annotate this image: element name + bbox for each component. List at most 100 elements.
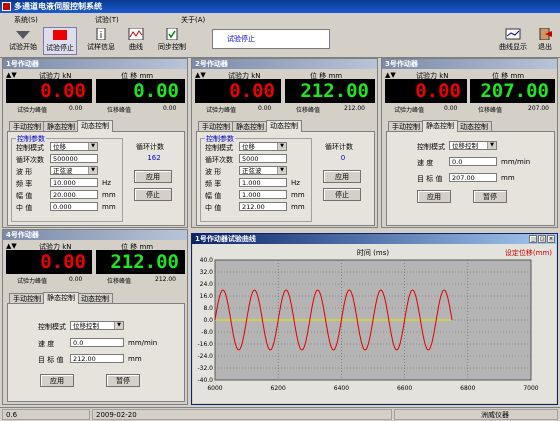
disp-peak-value: 212.00 xyxy=(344,105,365,112)
curve-window-title: 1号作动器试验曲线 xyxy=(192,234,557,244)
y-tick-label: -24.0 xyxy=(197,353,213,360)
stop-test-button[interactable]: 试验停止 xyxy=(43,27,77,55)
force-peak-label: 试验力峰值 xyxy=(394,107,425,114)
mean-input[interactable]: 0.000 xyxy=(50,202,98,211)
freq-input[interactable]: 1.000 xyxy=(239,178,287,187)
freq-unit: Hz xyxy=(102,179,111,187)
cycle-count-value: 162 xyxy=(147,154,161,162)
arrows-icon[interactable]: ▲▼ xyxy=(6,71,17,79)
cycle-count-value: 0 xyxy=(340,154,346,162)
freq-input[interactable]: 10.000 xyxy=(50,178,98,187)
window-title: 多通道电液伺服控制系统 xyxy=(14,2,102,11)
minimize-icon[interactable]: _ xyxy=(529,235,537,243)
tab-dynamic[interactable]: 动态控制 xyxy=(266,120,302,132)
waveform-label: 波 形 xyxy=(205,168,222,176)
mean-input[interactable]: 212.00 xyxy=(239,202,287,211)
maximize-icon[interactable]: □ xyxy=(538,235,546,243)
speed-input[interactable]: 0.0 xyxy=(449,157,497,166)
stop-button[interactable]: 停止 xyxy=(323,188,361,201)
arrows-icon[interactable]: ▲▼ xyxy=(385,71,396,79)
curve-display-button[interactable]: 曲线显示 xyxy=(496,27,530,55)
disp-display: 207.00 xyxy=(470,79,555,103)
actuator2-panel: 2号作动器 ▲▼ 试验力 kN 位 移 mm 0.00 212.00 试验力峰值… xyxy=(191,58,378,228)
force-peak-value: 0.00 xyxy=(444,105,458,112)
start-test-button[interactable]: 试验开始 xyxy=(6,27,40,55)
control-params-group: 控制参数 控制模式 位移 ▼ 循环次数 5000 波 形 正弦波 ▼ 频 率 1.0… xyxy=(200,134,312,222)
amp-input[interactable]: 20.000 xyxy=(50,190,98,199)
stop-button[interactable]: 停止 xyxy=(134,188,172,201)
speed-label: 速 度 xyxy=(417,159,434,167)
force-peak-label: 试验力峰值 xyxy=(17,278,48,285)
menu-about[interactable]: 关于(A) xyxy=(181,15,205,25)
apply-button[interactable]: 应用 xyxy=(134,170,172,183)
tab-static[interactable]: 静态控制 xyxy=(422,120,458,132)
mode-select[interactable]: 位移控制 ▼ xyxy=(449,141,497,150)
mode-select[interactable]: 位移 ▼ xyxy=(239,142,287,151)
apply-button[interactable]: 应用 xyxy=(323,170,361,183)
freq-label: 频 率 xyxy=(16,180,33,188)
actuator4-title: 4号作动器 xyxy=(3,230,187,240)
force-display: 0.00 xyxy=(195,79,281,103)
actuator4-panel: 4号作动器 ▲▼ 试验力 kN 位 移 mm 0.00 212.00 试验力峰值… xyxy=(2,229,188,405)
specimen-info-label: 试样信息 xyxy=(87,43,115,51)
amp-input[interactable]: 1.000 xyxy=(239,190,287,199)
arrows-icon[interactable]: ▲▼ xyxy=(6,242,17,250)
sync-icon xyxy=(166,28,178,40)
mode-label: 控制模式 xyxy=(38,323,66,331)
tab-static[interactable]: 静态控制 xyxy=(43,292,79,304)
cycles-label: 循环次数 xyxy=(16,156,44,164)
curve-title-text: 1号作动器试验曲线 xyxy=(195,235,256,243)
status-date: 2009-02-20 xyxy=(92,409,392,420)
mode-label: 控制模式 xyxy=(16,144,44,152)
y-tick-label: -32.0 xyxy=(197,365,213,372)
window-controls: _ □ × xyxy=(529,235,555,243)
speed-unit: mm/min xyxy=(128,339,158,347)
target-unit: mm xyxy=(128,355,142,363)
target-input[interactable]: 207.00 xyxy=(449,173,497,182)
close-icon[interactable]: × xyxy=(547,235,555,243)
apply-button[interactable]: 应用 xyxy=(40,374,74,387)
disp-display: 212.00 xyxy=(96,250,185,274)
mode-label: 控制模式 xyxy=(417,143,445,151)
sync-control-button[interactable]: 同步控制 xyxy=(155,27,189,55)
amp-label: 幅 值 xyxy=(16,192,33,200)
mode-select[interactable]: 位移 ▼ xyxy=(50,142,98,151)
waveform-select[interactable]: 正弦波 ▼ xyxy=(239,166,287,175)
speed-unit: mm/min xyxy=(501,158,531,166)
cycles-label: 循环次数 xyxy=(205,156,233,164)
cycles-input[interactable]: 5000 xyxy=(239,154,287,163)
menu-test[interactable]: 试验(T) xyxy=(95,15,119,25)
cycles-input[interactable]: 500000 xyxy=(50,154,98,163)
force-display: 0.00 xyxy=(6,250,92,274)
disp-peak-label: 位移峰值 xyxy=(296,107,321,114)
x-axis-label: 时间 (ms) xyxy=(357,248,389,257)
mode-label: 控制模式 xyxy=(205,144,233,152)
pause-button[interactable]: 暂停 xyxy=(473,190,507,203)
menu-system[interactable]: 系统(S) xyxy=(14,15,38,25)
mean-label: 中 值 xyxy=(16,204,33,212)
x-tick-label: 6800 xyxy=(460,385,475,392)
freq-unit: Hz xyxy=(291,179,300,187)
cycle-count-label: 循环计数 xyxy=(136,143,164,151)
waveform-select[interactable]: 正弦波 ▼ xyxy=(50,166,98,175)
mode-select[interactable]: 位移控制 ▼ xyxy=(70,321,124,330)
arrows-icon[interactable]: ▲▼ xyxy=(195,71,206,79)
svg-text:i: i xyxy=(100,31,103,40)
curve-button[interactable]: 曲线 xyxy=(122,27,150,55)
tab-dynamic[interactable]: 动态控制 xyxy=(77,120,113,132)
curve-icon xyxy=(128,28,144,40)
app-icon xyxy=(2,2,11,11)
specimen-info-button[interactable]: i 试样信息 xyxy=(84,27,118,55)
target-input[interactable]: 212.00 xyxy=(70,354,124,363)
apply-button[interactable]: 应用 xyxy=(417,190,451,203)
dynamic-tab-body: 控制参数 控制模式 位移 ▼ 循环次数 5000 波 形 正弦波 ▼ 频 率 1.0… xyxy=(196,131,375,226)
exit-button[interactable]: 退出 xyxy=(533,27,557,55)
pause-button[interactable]: 暂停 xyxy=(106,374,140,387)
disp-peak-label: 位移峰值 xyxy=(478,107,503,114)
y-tick-label: -8.0 xyxy=(201,329,213,336)
y-tick-label: 24.0 xyxy=(200,281,214,288)
curve-plot: 时间 (ms) 设定位移(mm) 40.0 32.0 24.0 16.0 8.0 0.0 -8.… xyxy=(193,244,556,403)
freq-label: 频 率 xyxy=(205,180,222,188)
waveform-label: 波 形 xyxy=(16,168,33,176)
speed-input[interactable]: 0.0 xyxy=(70,338,124,347)
